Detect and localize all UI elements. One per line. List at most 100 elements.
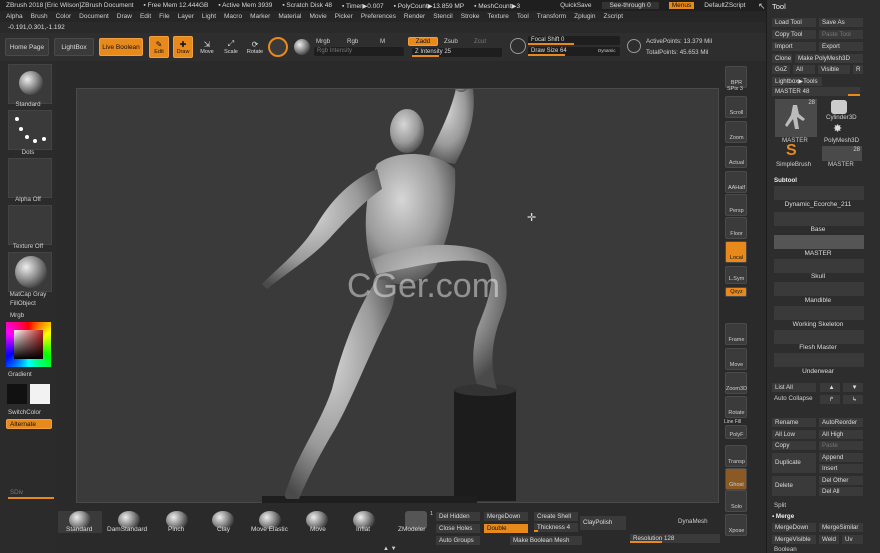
auto-collapse-button[interactable]: Auto Collapse bbox=[774, 395, 813, 402]
frame-button[interactable]: Frame bbox=[725, 323, 747, 345]
merge-down-bottom-button[interactable]: MergeDown bbox=[484, 512, 528, 521]
seethrough-slider[interactable]: See-through 0 bbox=[601, 2, 659, 9]
quicksave-button[interactable]: QuickSave bbox=[560, 2, 591, 9]
menu-alpha[interactable]: Alpha bbox=[6, 13, 23, 20]
actual-button[interactable]: Actual bbox=[725, 146, 747, 168]
polymesh3d-star-icon[interactable]: ✸ bbox=[833, 122, 842, 135]
zoom3d-button[interactable]: Zoom3D bbox=[725, 372, 747, 394]
auto-groups-button[interactable]: Auto Groups bbox=[436, 536, 480, 545]
delete-button[interactable]: Delete bbox=[772, 476, 816, 496]
rotate-view-button[interactable]: Rotate bbox=[725, 396, 747, 418]
duplicate-button[interactable]: Duplicate bbox=[772, 453, 816, 473]
qxyz-button[interactable]: Qxyz bbox=[725, 287, 747, 297]
menu-tool[interactable]: Tool bbox=[517, 13, 529, 20]
del-other-button[interactable]: Del Other bbox=[819, 476, 863, 485]
subtool-row-4[interactable] bbox=[774, 259, 864, 273]
aahalf-button[interactable]: AAHalf bbox=[725, 171, 747, 193]
merge-header[interactable]: ▪ Merge bbox=[772, 513, 794, 520]
texture-thumbnail[interactable] bbox=[8, 205, 52, 245]
list-all-button[interactable]: List All bbox=[772, 383, 816, 392]
primary-color-swatch[interactable] bbox=[30, 384, 50, 404]
menu-layer[interactable]: Layer bbox=[178, 13, 194, 20]
tool-thumb-master-2[interactable]: 28 bbox=[822, 146, 862, 161]
bpr-button[interactable]: BPR bbox=[725, 66, 747, 88]
edit-button[interactable]: ✎ Edit bbox=[149, 36, 169, 58]
alpha-thumbnail[interactable] bbox=[8, 158, 52, 198]
visible-button[interactable]: Visible bbox=[818, 65, 850, 74]
subtool-row-2[interactable] bbox=[774, 212, 864, 226]
paste-button[interactable]: Paste bbox=[819, 441, 863, 450]
dynamesh-button[interactable]: DynaMesh bbox=[678, 518, 708, 525]
default-script[interactable]: DefaultZScript bbox=[704, 2, 745, 9]
subtool-header[interactable]: Subtool bbox=[774, 177, 797, 184]
r-button[interactable]: R bbox=[853, 65, 863, 74]
lightbox-tools-button[interactable]: Lightbox▶Tools bbox=[772, 77, 822, 86]
zsub-button[interactable]: Zsub bbox=[444, 38, 458, 45]
focal-shift-slider[interactable]: Focal Shift 0 bbox=[528, 36, 620, 45]
master-slider[interactable]: MASTER 48 bbox=[772, 87, 860, 96]
uv-button[interactable]: Uv bbox=[842, 535, 863, 544]
paste-tool-button[interactable]: Paste Tool bbox=[819, 30, 863, 39]
sdiv-slider[interactable] bbox=[8, 497, 54, 499]
secondary-color-swatch[interactable] bbox=[7, 384, 27, 404]
all-low-button[interactable]: All Low bbox=[772, 430, 816, 439]
create-shell-button[interactable]: Create Shell bbox=[534, 512, 578, 521]
menu-brush[interactable]: Brush bbox=[31, 13, 48, 20]
menu-stencil[interactable]: Stencil bbox=[433, 13, 453, 20]
live-boolean-button[interactable]: Live Boolean bbox=[99, 38, 143, 56]
dynamic-button[interactable]: Dynamic bbox=[598, 48, 616, 53]
floor-button[interactable]: Floor bbox=[725, 217, 747, 239]
claypolish-button[interactable]: ClayPolish bbox=[580, 516, 626, 530]
move-button[interactable]: ⇲ Move bbox=[197, 36, 217, 58]
subtool-row-6[interactable] bbox=[774, 306, 864, 320]
subtool-row-1[interactable] bbox=[774, 186, 864, 200]
color-picker[interactable] bbox=[6, 322, 51, 367]
arrow-move-up-icon[interactable]: ↱ bbox=[820, 395, 840, 404]
menu-light[interactable]: Light bbox=[202, 13, 216, 20]
brush-thumbnail[interactable] bbox=[8, 64, 52, 104]
m-button[interactable]: M bbox=[380, 38, 385, 45]
scroll-button[interactable]: Scroll bbox=[725, 96, 747, 118]
del-all-button[interactable]: Del All bbox=[819, 487, 863, 496]
make-boolean-mesh-button[interactable]: Make Boolean Mesh bbox=[510, 536, 582, 545]
polyf-button[interactable]: PolyF bbox=[725, 425, 747, 439]
menu-preferences[interactable]: Preferences bbox=[361, 13, 396, 20]
home-page-button[interactable]: Home Page bbox=[5, 38, 49, 56]
gizmo-icon[interactable] bbox=[268, 37, 288, 57]
merge-similar-button[interactable]: MergeSimilar bbox=[819, 523, 863, 532]
mrgb-button[interactable]: Mrgb bbox=[316, 38, 330, 45]
lightbox-button[interactable]: LightBox bbox=[54, 38, 94, 56]
split-header[interactable]: Split bbox=[774, 502, 786, 509]
menu-movie[interactable]: Movie bbox=[309, 13, 326, 20]
rename-button[interactable]: Rename bbox=[772, 418, 816, 427]
rgb-button[interactable]: Rgb bbox=[347, 38, 358, 45]
merge-down-button[interactable]: MergeDown bbox=[772, 523, 816, 532]
arrow-down-icon[interactable]: ▼ bbox=[843, 383, 863, 392]
thickness-slider[interactable]: Thickness 4 bbox=[534, 523, 578, 532]
simplebrush-icon[interactable]: S bbox=[786, 142, 797, 160]
persp-button[interactable]: Persp bbox=[725, 194, 747, 216]
menu-zplugin[interactable]: Zplugin bbox=[574, 13, 595, 20]
local-button[interactable]: Local bbox=[725, 241, 747, 263]
subtool-row-3[interactable] bbox=[774, 235, 864, 249]
menu-material[interactable]: Material bbox=[278, 13, 301, 20]
menu-transform[interactable]: Transform bbox=[537, 13, 566, 20]
ghost-button[interactable]: Ghost bbox=[725, 468, 747, 490]
tool-thumb-master[interactable]: 28 bbox=[775, 99, 817, 137]
transp-button[interactable]: Transp bbox=[725, 445, 747, 467]
menu-stroke[interactable]: Stroke bbox=[461, 13, 480, 20]
save-as-button[interactable]: Save As bbox=[819, 18, 863, 27]
arrow-move-down-icon[interactable]: ↳ bbox=[843, 395, 863, 404]
lsym-button[interactable]: L.Sym bbox=[725, 266, 747, 284]
load-tool-button[interactable]: Load Tool bbox=[772, 18, 816, 27]
export-button[interactable]: Export bbox=[819, 42, 863, 51]
subtool-row-5[interactable] bbox=[774, 282, 864, 296]
weld-button[interactable]: Weld bbox=[819, 535, 839, 544]
menu-macro[interactable]: Macro bbox=[224, 13, 242, 20]
tray-toggle-icon[interactable]: ▲ ▼ bbox=[383, 546, 397, 552]
subtool-row-7[interactable] bbox=[774, 330, 864, 344]
z-intensity-slider[interactable]: Z Intensity 25 bbox=[412, 48, 502, 57]
menu-picker[interactable]: Picker bbox=[335, 13, 353, 20]
all-button[interactable]: All bbox=[793, 65, 815, 74]
panel-collapse-icon[interactable]: ↖ bbox=[758, 1, 766, 12]
